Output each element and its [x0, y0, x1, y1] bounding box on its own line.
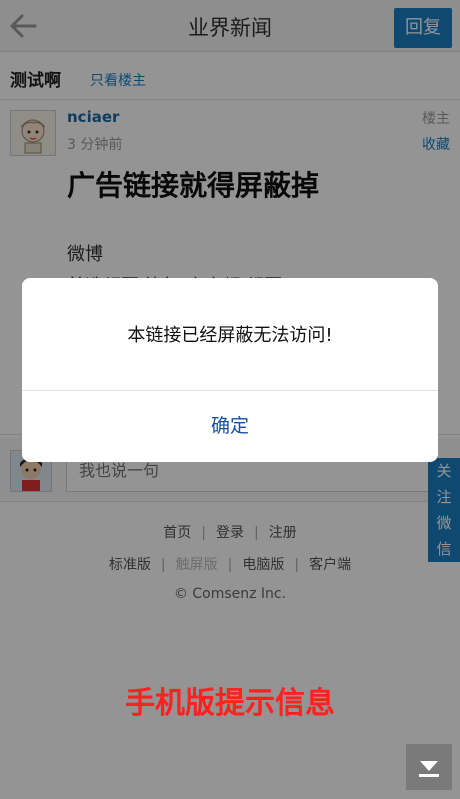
- alert-message: 本链接已经屏蔽无法访问!: [127, 325, 333, 346]
- scroll-to-bottom-button[interactable]: [406, 744, 452, 790]
- annotation-caption: 手机版提示信息: [125, 686, 335, 721]
- ok-button[interactable]: 确定: [22, 391, 438, 462]
- alert-dialog: 本链接已经屏蔽无法访问! 确定: [22, 278, 438, 462]
- arrow-down-icon: [419, 761, 439, 777]
